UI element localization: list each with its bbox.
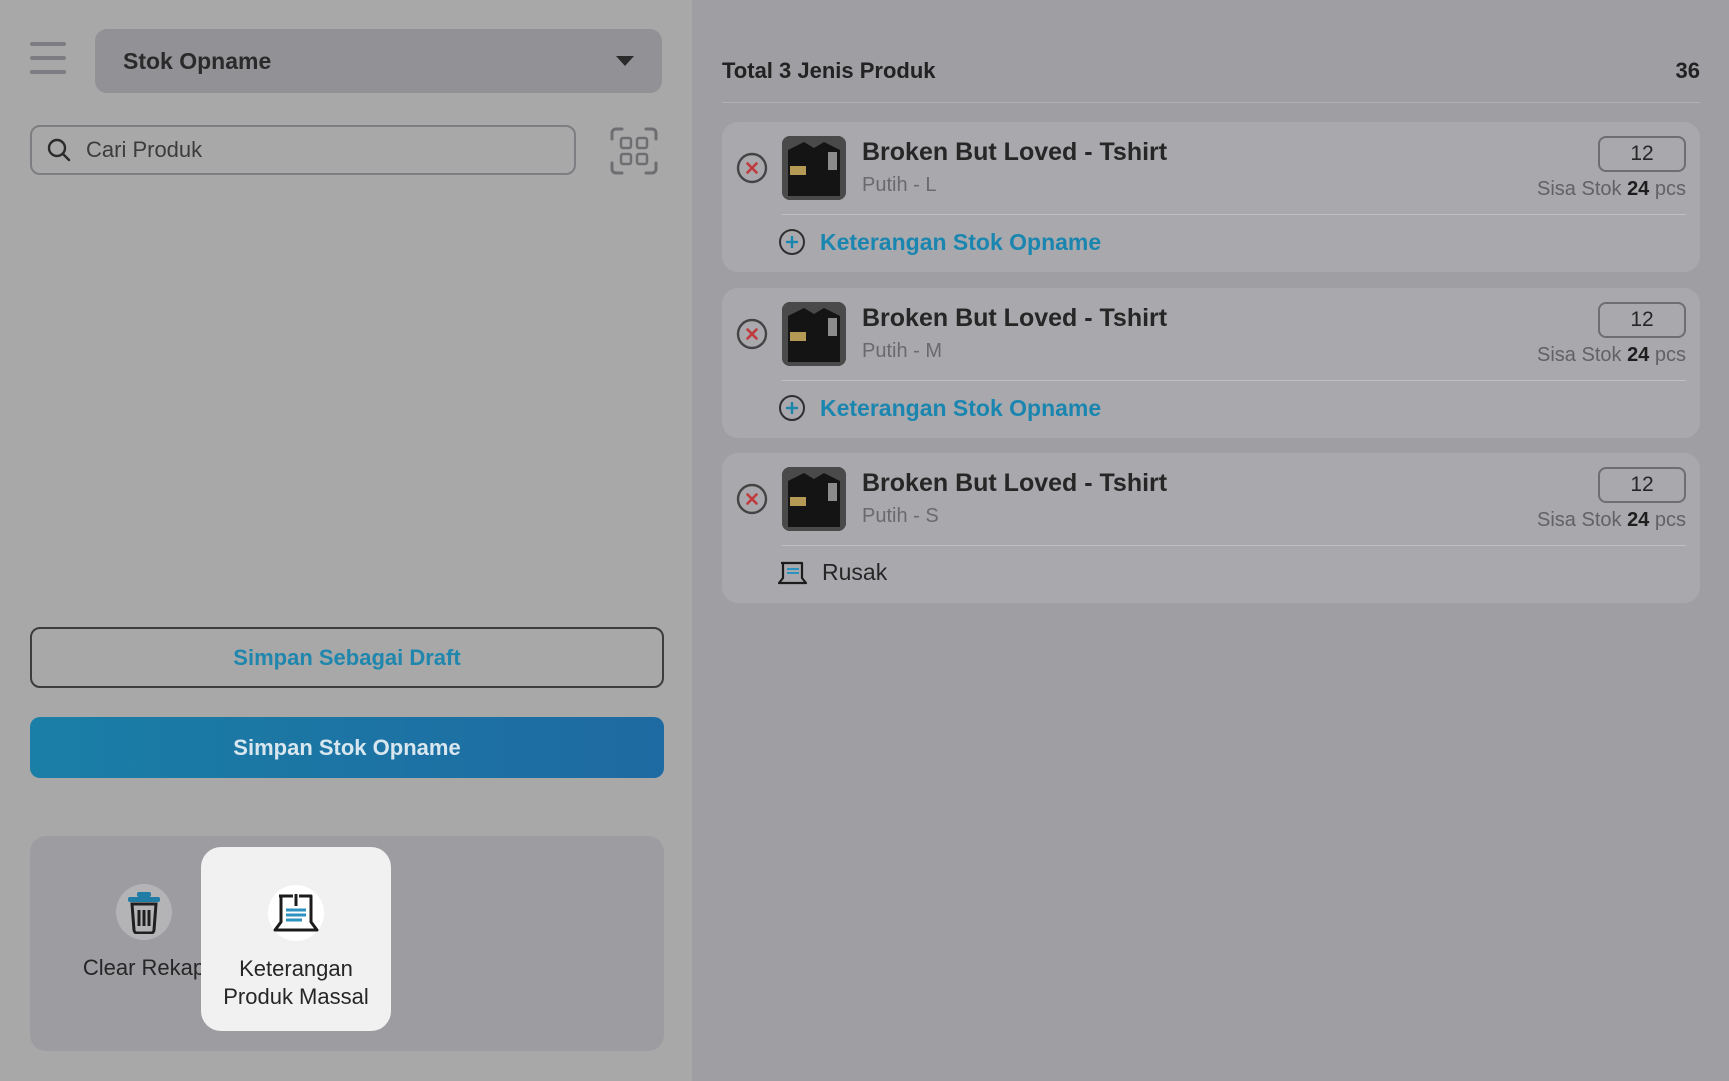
add-note-label: Keterangan Stok Opname [820, 228, 1102, 255]
search-icon [47, 138, 71, 162]
stock-prefix: Sisa Stok [1537, 178, 1622, 200]
chevron-down-icon [616, 56, 634, 66]
product-card: Broken But Loved - Tshirt Putih - S 12 S… [722, 453, 1700, 603]
total-products-label: Total 3 Jenis Produk [722, 58, 936, 83]
stock-value: 24 [1627, 344, 1650, 366]
quantity-input[interactable]: 12 [1598, 136, 1686, 172]
stock-prefix: Sisa Stok [1537, 344, 1622, 366]
barcode-scan-icon[interactable] [608, 125, 660, 177]
search-box [30, 125, 576, 175]
summary-row: Total 3 Jenis Produk 36 [722, 52, 1700, 103]
quantity-input[interactable]: 12 [1598, 467, 1686, 503]
divider [782, 380, 1686, 381]
remove-item-icon[interactable] [736, 483, 768, 515]
left-panel: Stok Opname Simpan Sebagai Draft Simpan … [0, 0, 692, 1081]
stock-prefix: Sisa Stok [1537, 509, 1622, 531]
add-note-button[interactable]: Keterangan Stok Opname [778, 394, 1101, 422]
add-note-button[interactable]: Keterangan Stok Opname [778, 228, 1101, 256]
quantity-input[interactable]: 12 [1598, 302, 1686, 338]
search-input[interactable] [84, 136, 548, 164]
bulk-note-icon [268, 885, 324, 941]
remaining-stock: Sisa Stok 24 pcs [1537, 344, 1686, 367]
total-count: 36 [1675, 58, 1700, 83]
product-card: Broken But Loved - Tshirt Putih - M 12 S… [722, 288, 1700, 438]
product-card: Broken But Loved - Tshirt Putih - L 12 S… [722, 122, 1700, 272]
remove-item-icon[interactable] [736, 318, 768, 350]
stock-value: 24 [1627, 178, 1650, 200]
note-document-icon [778, 561, 808, 584]
product-thumbnail [782, 136, 846, 200]
bulk-product-note-label: Keterangan Produk Massal [223, 956, 369, 1009]
actions-panel: Clear Rekap Keterangan Produk Massal [30, 836, 664, 1051]
product-thumbnail [782, 302, 846, 366]
divider [782, 545, 1686, 546]
add-note-label: Keterangan Stok Opname [820, 394, 1102, 421]
save-stock-opname-button[interactable]: Simpan Stok Opname [30, 717, 664, 778]
remaining-stock: Sisa Stok 24 pcs [1537, 509, 1686, 532]
mode-dropdown-label: Stok Opname [123, 47, 272, 74]
mode-dropdown[interactable]: Stok Opname [95, 29, 662, 93]
add-circle-icon [779, 395, 805, 421]
product-variant: Putih - S [862, 505, 939, 527]
remove-item-icon[interactable] [736, 152, 768, 184]
product-variant: Putih - M [862, 340, 943, 362]
clear-rekap-label: Clear Rekap [82, 955, 206, 980]
product-variant: Putih - L [862, 174, 937, 196]
stock-unit: pcs [1654, 178, 1686, 200]
bulk-product-note-action[interactable]: Keterangan Produk Massal [201, 847, 391, 1031]
note-tag[interactable]: Rusak [778, 559, 887, 586]
add-circle-icon [779, 229, 805, 255]
stock-unit: pcs [1654, 509, 1686, 531]
stock-unit: pcs [1654, 344, 1686, 366]
divider [782, 214, 1686, 215]
product-name: Broken But Loved - Tshirt [862, 304, 1168, 332]
stock-value: 24 [1627, 509, 1650, 531]
save-draft-button[interactable]: Simpan Sebagai Draft [30, 627, 664, 688]
product-name: Broken But Loved - Tshirt [862, 138, 1168, 166]
remaining-stock: Sisa Stok 24 pcs [1537, 178, 1686, 201]
product-thumbnail [782, 467, 846, 531]
trash-icon [116, 884, 172, 940]
hamburger-menu-icon[interactable] [30, 42, 66, 78]
product-name: Broken But Loved - Tshirt [862, 469, 1168, 497]
note-tag-label: Rusak [822, 559, 888, 585]
